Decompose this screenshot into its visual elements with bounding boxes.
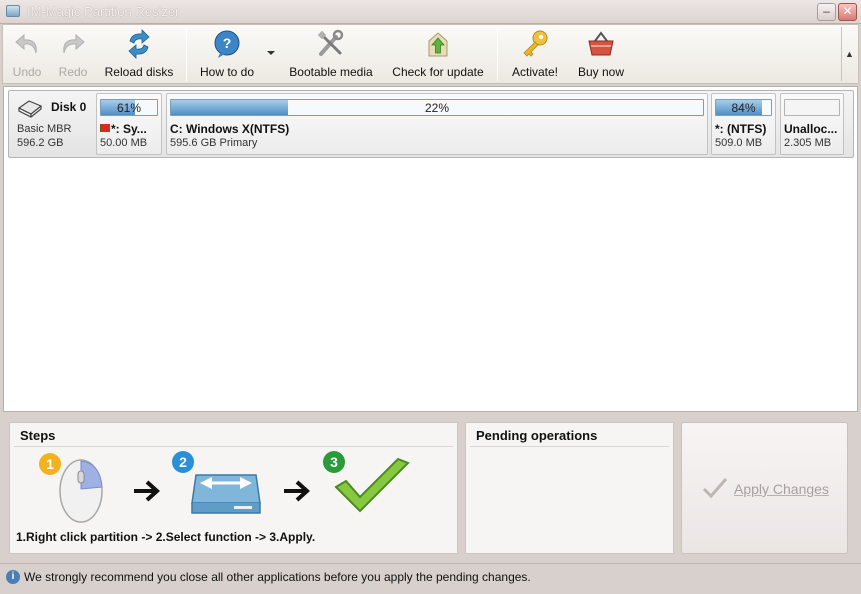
buy-now-label: Buy now [577,65,625,79]
partition-label: Unalloc... [784,122,838,136]
partition-usage-percent: 61% [116,101,142,115]
partition-size: 595.6 GB Primary [170,137,258,149]
check-for-update-button[interactable]: Check for update [388,27,488,83]
title-bar: IM-Magic Partition Resizer – ✕ [0,0,861,24]
status-bar: i We strongly recommend you close all ot… [0,563,861,594]
divider [470,446,669,447]
pending-operations-panel: Pending operations [465,422,674,554]
flag-icon [100,124,110,132]
undo-icon [15,33,37,54]
toolbar: Undo Redo Reload disks ? How to do Boota… [2,24,859,84]
partition-windows[interactable]: 22% C: Windows X(NTFS) 595.6 GB Primary [166,93,708,155]
reload-label: Reload disks [104,65,174,79]
partition-usage-bar [784,99,840,116]
basket-icon [588,31,614,56]
undo-label: Undo [12,65,42,79]
bootable-media-button[interactable]: Bootable media [283,27,379,83]
disk-row[interactable]: Disk 0 Basic MBR 596.2 GB 61% *: Sy... 5… [8,90,854,158]
status-text: We strongly recommend you close all othe… [24,570,531,584]
steps-instructions: 1.Right click partition -> 2.Select func… [16,530,316,544]
redo-icon [63,33,85,54]
partition-system[interactable]: 61% *: Sy... 50.00 MB [96,93,162,155]
key-icon [523,30,548,57]
disk-info[interactable]: Disk 0 Basic MBR 596.2 GB [11,93,93,155]
redo-label: Redo [58,65,88,79]
resize-disk-icon [191,474,261,514]
mouse-icon [59,459,103,523]
steps-panel: Steps 1 2 3 1.Right click partition -> 2… [9,422,458,554]
partition-size: 509.0 MB [715,137,763,149]
disk-name: Disk 0 [51,100,87,114]
activate-button[interactable]: Activate! [507,27,563,83]
partition-usage-bar: 61% [100,99,158,116]
check-icon [702,478,728,499]
partition-label: C: Windows X(NTFS) [170,122,290,136]
reload-disks-button[interactable]: Reload disks [99,27,179,83]
disk-map-area: Disk 0 Basic MBR 596.2 GB 61% *: Sy... 5… [3,86,858,412]
bootable-media-label: Bootable media [289,65,373,79]
checkmark-icon [334,457,410,513]
partition-size: 50.00 MB [100,137,148,149]
update-icon [428,32,448,57]
window-title: IM-Magic Partition Resizer [27,4,180,19]
buy-now-button[interactable]: Buy now [571,27,631,83]
svg-text:?: ? [223,35,232,51]
undo-button[interactable]: Undo [7,27,47,83]
disk-type: Basic MBR [17,123,72,135]
minimize-button[interactable]: – [817,3,836,21]
partition-label: *: Sy... [100,122,147,136]
chevron-down-icon[interactable] [267,51,275,55]
partition-usage-bar: 84% [715,99,772,116]
partition-usage-percent: 22% [424,101,450,115]
partition-size: 2.305 MB [784,137,832,149]
partition-usage-percent: 84% [731,101,756,115]
arrow-right-icon [134,480,160,502]
toolbar-separator [186,29,187,81]
steps-title: Steps [20,428,56,443]
partition-label-text: *: Sy... [111,122,147,136]
help-icon: ? [214,30,240,58]
app-icon [6,5,20,17]
redo-button[interactable]: Redo [53,27,93,83]
partition-recovery[interactable]: 84% *: (NTFS) 509.0 MB [711,93,776,155]
partition-usage-bar: 22% [170,99,704,116]
arrow-right-icon [284,480,310,502]
toolbar-separator [497,29,498,81]
apply-changes-label: Apply Changes [734,481,829,497]
close-button[interactable]: ✕ [838,3,857,21]
activate-label: Activate! [511,65,559,79]
reload-icon [128,29,150,59]
partition-label: *: (NTFS) [715,122,767,136]
hard-disk-icon [17,100,43,118]
check-for-update-label: Check for update [392,65,484,79]
how-to-do-button[interactable]: ? How to do [193,27,261,83]
pending-operations-title: Pending operations [476,428,598,443]
disk-size: 596.2 GB [17,137,64,149]
info-icon: i [6,570,20,584]
toolbar-overflow-icon[interactable]: ▲ [841,27,857,81]
how-to-do-label: How to do [199,65,255,79]
divider [14,446,453,447]
tools-icon [317,29,344,56]
partition-unallocated[interactable]: Unalloc... 2.305 MB [780,93,844,155]
apply-changes-button[interactable]: Apply Changes [681,422,848,554]
